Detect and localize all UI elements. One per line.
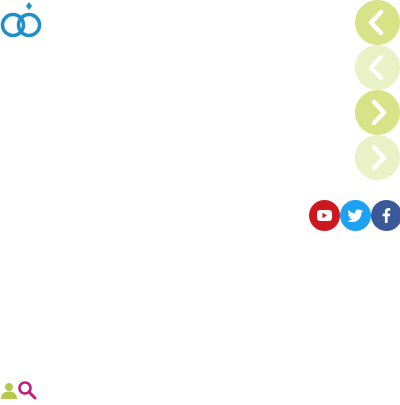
youtube-icon bbox=[309, 200, 340, 231]
youtube-link[interactable] bbox=[309, 200, 340, 231]
social-links bbox=[309, 200, 400, 231]
search-icon[interactable] bbox=[17, 380, 37, 400]
chevron-right-icon bbox=[355, 90, 400, 135]
facebook-link[interactable] bbox=[371, 200, 400, 231]
next-button-disabled[interactable] bbox=[355, 135, 400, 180]
chevron-left-icon bbox=[355, 0, 400, 45]
chevron-right-icon bbox=[355, 135, 400, 180]
user-icon[interactable] bbox=[0, 381, 18, 399]
twitter-link[interactable] bbox=[340, 200, 371, 231]
previous-button-disabled[interactable] bbox=[355, 45, 400, 90]
previous-button[interactable] bbox=[355, 0, 400, 45]
chevron-left-icon bbox=[355, 45, 400, 90]
facebook-icon bbox=[371, 200, 400, 231]
next-button[interactable] bbox=[355, 90, 400, 135]
rings-logo-icon[interactable] bbox=[0, 0, 44, 40]
twitter-icon bbox=[340, 200, 371, 231]
